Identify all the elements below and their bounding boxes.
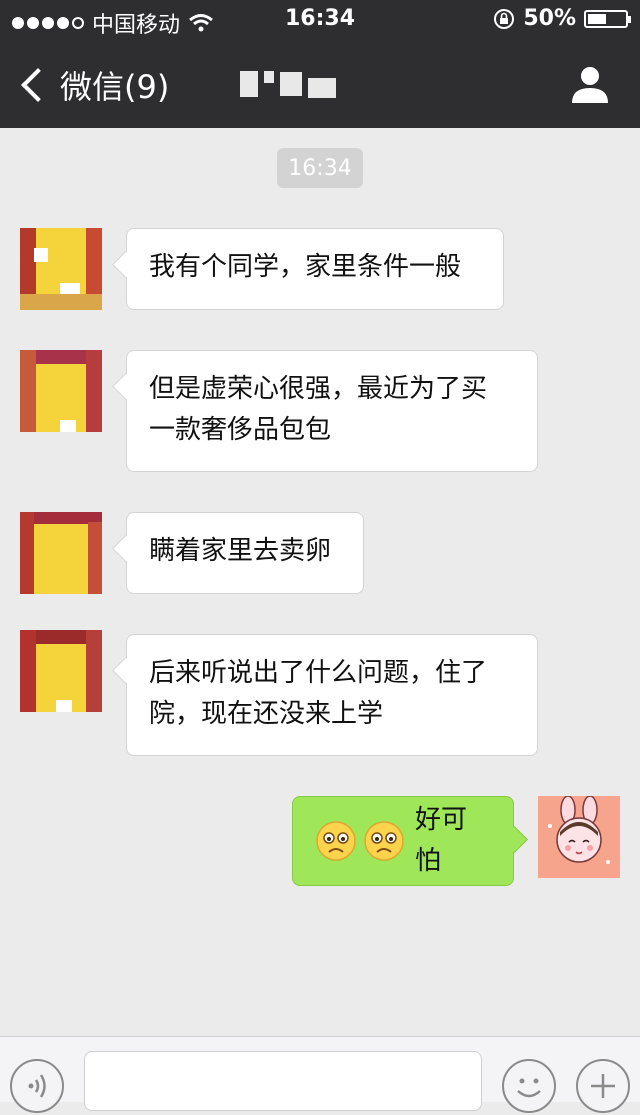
rotation-lock-icon (494, 8, 515, 29)
message-text: 我有个同学，家里条件一般 (149, 252, 462, 282)
contact-avatar[interactable] (20, 512, 102, 594)
message-text-line: 后来听说出了什么问题，住了 (149, 658, 488, 688)
status-right: 50% (493, 6, 631, 31)
back-label: 微信(9) (60, 68, 170, 106)
message-text-line: 一款奢侈品包包 (149, 415, 332, 445)
contact-avatar[interactable] (20, 228, 102, 310)
worried-face-icon (316, 821, 356, 861)
back-button[interactable]: 微信(9) (18, 62, 169, 108)
battery-percent: 50% (523, 6, 576, 31)
message-bubble[interactable]: 我有个同学，家里条件一般 (126, 228, 504, 310)
message-input[interactable] (84, 1051, 482, 1111)
chat-title-redacted (240, 64, 400, 104)
chevron-left-icon (21, 68, 55, 102)
message-bubble[interactable]: 瞒着家里去卖卵 (126, 512, 364, 594)
smiley-icon (517, 1078, 541, 1098)
worried-face-icon (364, 821, 404, 861)
contact-avatar[interactable] (20, 350, 102, 432)
input-bar (0, 1036, 640, 1113)
nav-bar: 微信(9) (0, 40, 640, 128)
voice-button[interactable] (10, 1059, 64, 1113)
message-text: 瞒着家里去卖卵 (149, 536, 332, 566)
status-bar: 中国移动 16:34 50% (0, 0, 640, 40)
my-avatar[interactable] (538, 796, 620, 878)
plus-icon (591, 1074, 615, 1098)
message-bubble[interactable]: 后来听说出了什么问题，住了 院，现在还没来上学 (126, 634, 538, 756)
message-bubble[interactable]: 但是虚荣心很强，最近为了买 一款奢侈品包包 (126, 350, 538, 472)
timestamp: 16:34 (277, 148, 363, 188)
battery-icon (584, 9, 631, 28)
message-text: 好可怕 (415, 805, 468, 876)
emoji-button[interactable] (502, 1059, 556, 1113)
profile-icon[interactable] (570, 64, 610, 104)
contact-avatar[interactable] (20, 630, 102, 712)
message-text-line: 院，现在还没来上学 (149, 699, 384, 729)
more-button[interactable] (576, 1059, 630, 1113)
outgoing-message-bubble[interactable]: 好可怕 (292, 796, 514, 886)
voice-icon (28, 1074, 46, 1098)
message-text-line: 但是虚荣心很强，最近为了买 (149, 374, 488, 404)
